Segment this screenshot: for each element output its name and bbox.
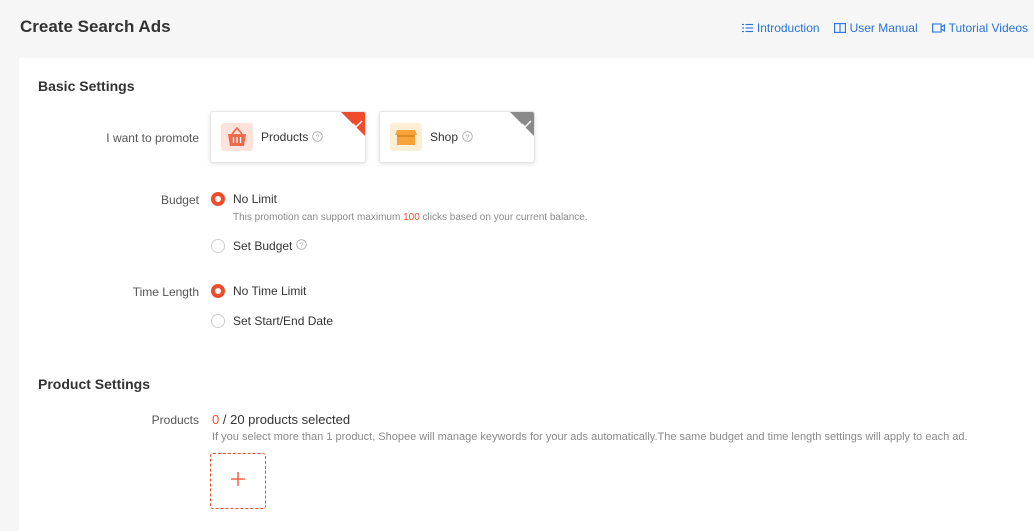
product-settings-title: Product Settings	[38, 376, 151, 392]
help-icon[interactable]: ?	[462, 131, 473, 145]
check-icon	[352, 115, 363, 133]
shop-option-text: Shop	[430, 130, 459, 144]
svg-text:?: ?	[316, 132, 320, 141]
selected-count-total: / 20 products selected	[222, 412, 351, 427]
products-option-label: Products?	[261, 130, 324, 145]
budget-hint-number: 100	[403, 212, 420, 223]
check-icon	[521, 115, 532, 133]
budget-hint-text-end: clicks based on your current balance.	[422, 212, 588, 223]
video-icon	[931, 23, 945, 33]
radio-selected-icon	[211, 192, 225, 206]
set-budget-radio[interactable]: Set Budget ?	[211, 239, 308, 253]
shop-icon	[390, 123, 422, 151]
list-icon	[741, 23, 753, 33]
budget-hint: This promotion can support maximum 100 c…	[233, 212, 588, 223]
no-time-limit-radio[interactable]: No Time Limit	[211, 284, 306, 298]
user-manual-link-label: User Manual	[849, 21, 918, 35]
products-hint: If you select more than 1 product, Shope…	[212, 431, 968, 443]
no-time-limit-label: No Time Limit	[233, 284, 307, 298]
page-header: Create Search Ads Introduction User Manu…	[0, 0, 1034, 58]
book-icon	[833, 23, 846, 33]
budget-no-limit-radio[interactable]: No Limit	[211, 192, 277, 206]
page-title: Create Search Ads	[20, 17, 171, 36]
help-icon[interactable]: ?	[296, 239, 308, 253]
help-icon[interactable]: ?	[312, 131, 324, 145]
set-start-end-date-label: Set Start/End Date	[233, 314, 334, 328]
time-length-label: Time Length	[132, 285, 199, 299]
user-manual-link[interactable]: User Manual	[833, 21, 918, 35]
shop-option-label: Shop?	[430, 130, 473, 145]
settings-card: Basic Settings I want to promote Product…	[19, 58, 1034, 531]
promote-products-option[interactable]: Products?	[210, 111, 366, 163]
products-label: Products	[151, 413, 199, 427]
introduction-link-label: Introduction	[756, 21, 820, 35]
promote-label: I want to promote	[106, 131, 199, 145]
budget-hint-text: This promotion can support maximum	[233, 212, 401, 223]
tutorial-videos-link-label: Tutorial Videos	[948, 21, 1028, 35]
set-budget-label: Set Budget	[233, 239, 293, 253]
products-selected-count: 0 / 20 products selected	[212, 412, 350, 427]
selected-count-number: 0	[212, 412, 220, 427]
tutorial-videos-link[interactable]: Tutorial Videos	[931, 21, 1028, 35]
add-product-button[interactable]	[210, 453, 266, 509]
svg-text:?: ?	[465, 132, 469, 141]
introduction-link[interactable]: Introduction	[741, 21, 820, 35]
set-start-end-date-radio[interactable]: Set Start/End Date	[211, 314, 333, 328]
radio-selected-icon	[211, 284, 225, 298]
basic-settings-title: Basic Settings	[38, 78, 135, 94]
plus-icon	[231, 471, 245, 491]
promote-shop-option[interactable]: Shop?	[379, 111, 535, 163]
products-option-text: Products	[261, 130, 309, 144]
radio-unselected-icon	[211, 239, 225, 253]
budget-label: Budget	[160, 193, 199, 207]
radio-unselected-icon	[211, 314, 225, 328]
svg-text:?: ?	[300, 240, 304, 249]
basket-icon	[221, 123, 253, 151]
header-links: Introduction User Manual Tutorial Videos	[741, 21, 1028, 35]
budget-no-limit-label: No Limit	[233, 192, 278, 206]
